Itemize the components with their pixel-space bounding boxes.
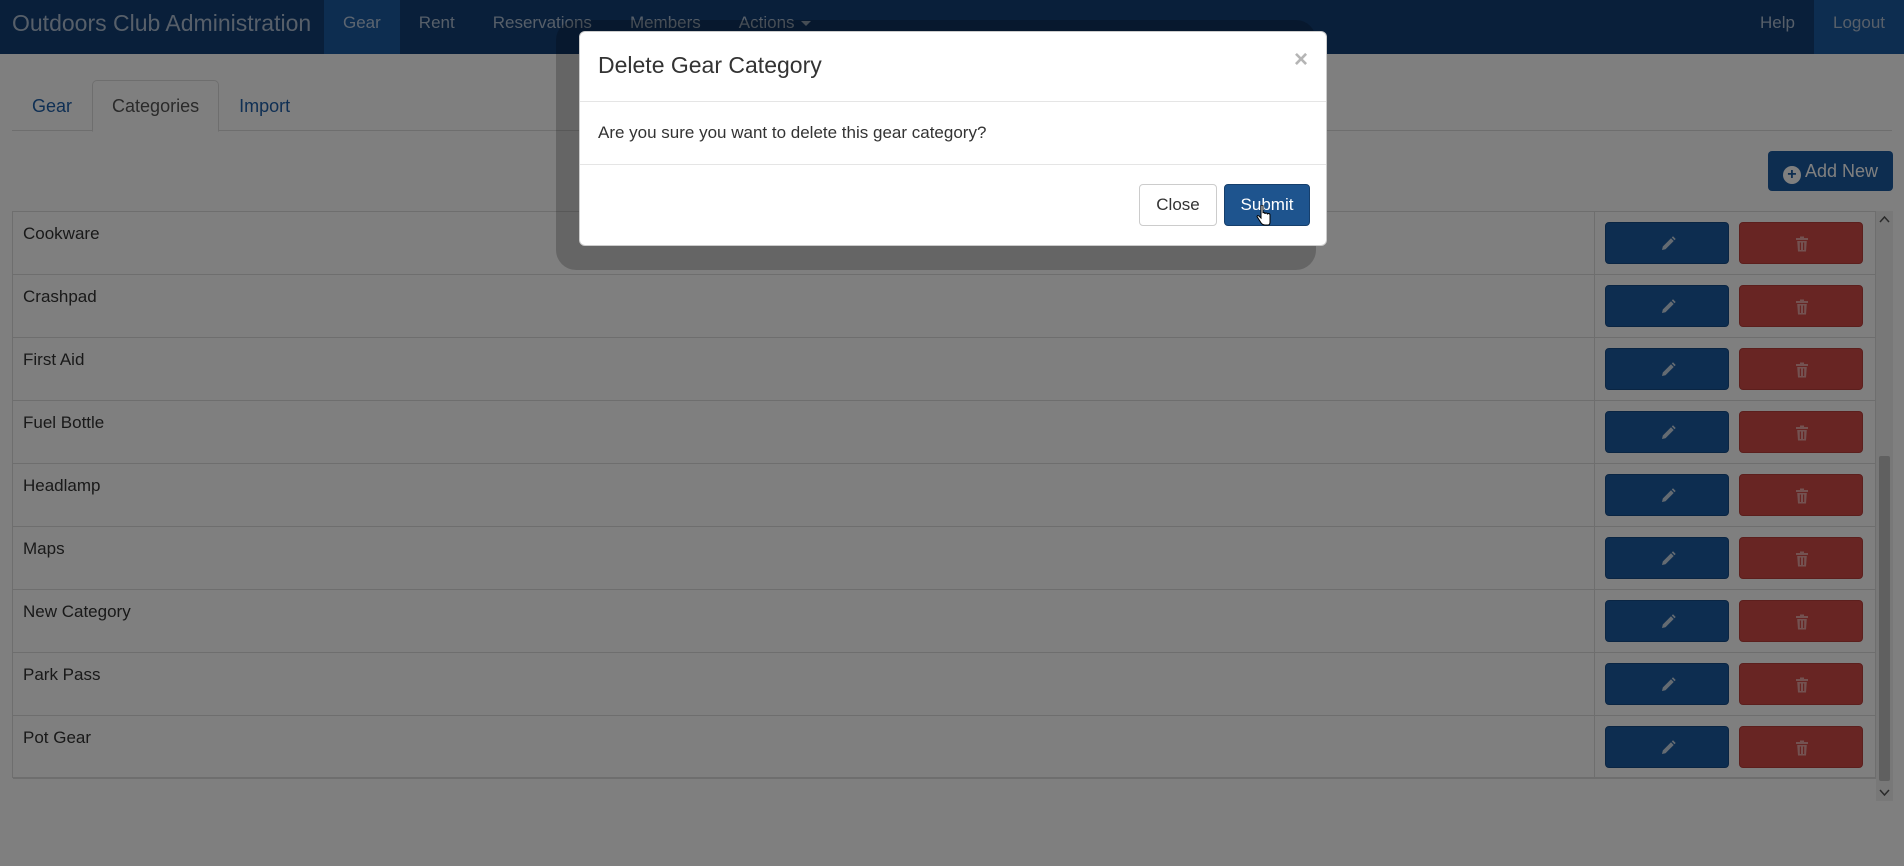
close-icon[interactable]: × bbox=[1294, 46, 1308, 74]
mouse-pointer-icon bbox=[1256, 205, 1271, 226]
modal-title: Delete Gear Category bbox=[598, 52, 822, 78]
modal-message: Are you sure you want to delete this gea… bbox=[598, 123, 987, 142]
delete-category-modal: Delete Gear Category × Are you sure you … bbox=[579, 31, 1327, 246]
modal-body: Are you sure you want to delete this gea… bbox=[580, 102, 1326, 165]
modal-header: Delete Gear Category × bbox=[580, 32, 1326, 102]
close-button[interactable]: Close bbox=[1139, 184, 1217, 226]
